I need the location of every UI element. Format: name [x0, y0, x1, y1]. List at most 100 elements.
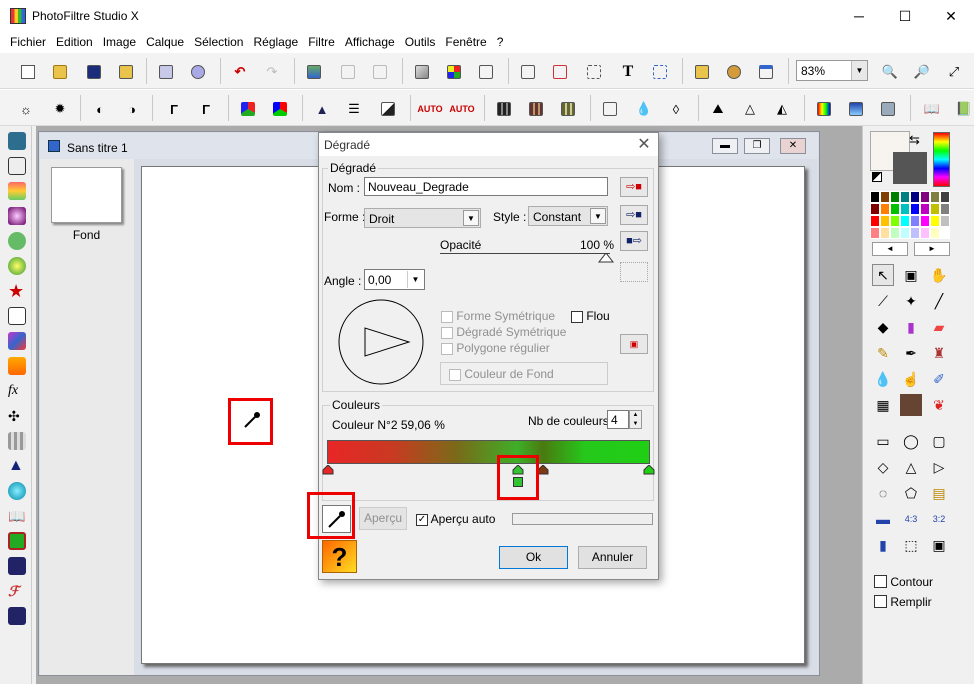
filter-grid-icon[interactable] [494, 99, 514, 119]
filter-tool-icon[interactable] [8, 132, 26, 150]
forme-symetrique-checkbox[interactable] [441, 310, 453, 323]
panel-icon[interactable]: ▣ [928, 534, 950, 556]
menu-affichage[interactable]: Affichage [340, 32, 400, 49]
filter-blur-icon[interactable] [600, 99, 620, 119]
advanced-brush-tool-icon[interactable]: ✒ [900, 342, 922, 364]
dialog-close-icon[interactable]: ✕ [632, 135, 656, 155]
pen-tool-icon[interactable]: ✐ [928, 368, 950, 390]
curves-icon[interactable]: ☰ [344, 99, 364, 119]
palette-swatch[interactable] [900, 203, 910, 215]
book-icon[interactable]: 📖 [922, 99, 942, 119]
bubble-tool-icon[interactable] [8, 482, 26, 500]
flou-checkbox[interactable] [571, 310, 583, 323]
palette-swatch[interactable] [940, 215, 950, 227]
flou-option[interactable]: Flou [571, 309, 610, 323]
palette-swatch[interactable] [880, 191, 890, 203]
ratio-32-icon[interactable]: 3:2 [928, 508, 950, 530]
palette-swatch[interactable] [930, 203, 940, 215]
canvas-size-icon[interactable] [550, 62, 570, 82]
save-html-icon[interactable] [8, 607, 26, 625]
filter-mosaic-icon[interactable] [526, 99, 546, 119]
zoom-in-icon[interactable]: 🔍 [880, 62, 900, 82]
apercu-button[interactable]: Aperçu [359, 507, 407, 530]
color-grid-icon[interactable] [444, 62, 464, 82]
menu-help[interactable]: ? [492, 32, 509, 49]
auto-contrast-icon[interactable]: AUTO [449, 99, 474, 119]
angle-dial[interactable] [337, 298, 425, 386]
palette-swatch[interactable] [940, 227, 950, 239]
gradient-preview-bar[interactable] [327, 440, 650, 464]
color-tool-icon[interactable] [8, 182, 26, 200]
contour-checkbox[interactable] [874, 575, 887, 588]
effects-icon[interactable] [878, 99, 898, 119]
polygone-option[interactable]: Polygone régulier [441, 341, 550, 355]
zoom-out-icon[interactable]: 🔎 [912, 62, 932, 82]
save-gradient-button[interactable]: ⇨■ [620, 177, 648, 197]
palette-swatch[interactable] [910, 227, 920, 239]
blur-drop-tool-icon[interactable]: 💧 [872, 368, 894, 390]
nb-couleurs-spinner[interactable]: ▲ ▼ [629, 410, 642, 429]
palette-swatch[interactable] [890, 191, 900, 203]
gradient-tool-icon[interactable] [8, 357, 26, 375]
strawberry-tool-icon[interactable]: ❦ [928, 394, 950, 416]
drop-sharpen-icon[interactable]: ◊ [666, 99, 686, 119]
palette-swatch[interactable] [870, 191, 880, 203]
eraser-tool-icon[interactable]: ▰ [928, 316, 950, 338]
rounded-rect-shape-icon[interactable]: ▢ [928, 430, 950, 452]
preview-frame-button[interactable] [620, 262, 648, 282]
annuler-button[interactable]: Annuler [578, 546, 647, 569]
palette-swatch[interactable] [890, 215, 900, 227]
apercu-auto-checkbox[interactable]: ✓ [416, 513, 428, 526]
hue-strip[interactable] [933, 132, 950, 187]
zoom-select[interactable]: 83% ▼ [796, 60, 868, 81]
palette-next-button[interactable]: ► [914, 242, 950, 256]
emboss-icon[interactable]: ⛰ [708, 99, 728, 119]
nb-couleurs-input[interactable]: 4 [607, 410, 629, 429]
palette-swatch[interactable] [930, 227, 940, 239]
menu-calque[interactable]: Calque [141, 32, 189, 49]
triangle-shape-icon[interactable]: △ [900, 456, 922, 478]
saturation-plus-icon[interactable] [270, 99, 290, 119]
gamma-minus-icon[interactable]: Γ [164, 99, 184, 119]
grid-tool-icon[interactable]: ▦ [872, 394, 894, 416]
pointer-tool-icon[interactable]: ↖ [872, 264, 894, 286]
layer-thumbnail[interactable] [51, 167, 122, 223]
doc-minimize-button[interactable]: ▬ [712, 138, 738, 154]
copy-image-icon[interactable] [304, 62, 324, 82]
menu-filtre[interactable]: Filtre [303, 32, 340, 49]
selection-icon[interactable] [650, 62, 670, 82]
brush-tool-icon[interactable]: ✎ [872, 342, 894, 364]
palette-swatch[interactable] [910, 215, 920, 227]
remplir-checkbox[interactable] [874, 595, 887, 608]
diamond-shape-icon[interactable]: ◇ [872, 456, 894, 478]
rectangle-shape-icon[interactable]: ▭ [872, 430, 894, 452]
polygon-shape-icon[interactable]: ⬠ [900, 482, 922, 504]
palette-swatch[interactable] [910, 203, 920, 215]
page-tool-icon[interactable] [8, 307, 26, 325]
auto-levels-icon[interactable]: AUTO [417, 99, 442, 119]
undo-icon[interactable]: ↶ [230, 62, 250, 82]
opacite-slider-track[interactable] [440, 253, 610, 254]
invert-icon[interactable] [378, 99, 398, 119]
gradient-stop-marker[interactable] [643, 465, 655, 475]
filter-texture-icon[interactable] [558, 99, 578, 119]
style-select[interactable]: Constant ▼ [528, 206, 608, 226]
contrast-plus-icon[interactable]: ◑ [122, 99, 142, 119]
palette-swatch[interactable] [870, 215, 880, 227]
eyedropper-button[interactable] [322, 505, 351, 533]
angle-select[interactable]: 0,00 ▼ [364, 269, 425, 290]
opacite-slider-thumb[interactable] [598, 253, 614, 263]
fit-window-icon[interactable]: ⤢ [944, 62, 964, 82]
doc-restore-button[interactable]: ❐ [744, 138, 770, 154]
mosaic-tool-icon[interactable] [8, 432, 26, 450]
save-icon[interactable] [84, 62, 104, 82]
saturation-minus-icon[interactable] [238, 99, 258, 119]
palette-swatch[interactable] [920, 227, 930, 239]
explorer-icon[interactable] [692, 62, 712, 82]
layer-icon[interactable] [412, 62, 432, 82]
gradient-filter-icon[interactable] [846, 99, 866, 119]
palette-swatch[interactable] [880, 227, 890, 239]
font-tool-icon[interactable]: ℱ [8, 582, 26, 600]
palette-swatch[interactable] [900, 227, 910, 239]
polygone-checkbox[interactable] [441, 342, 453, 355]
